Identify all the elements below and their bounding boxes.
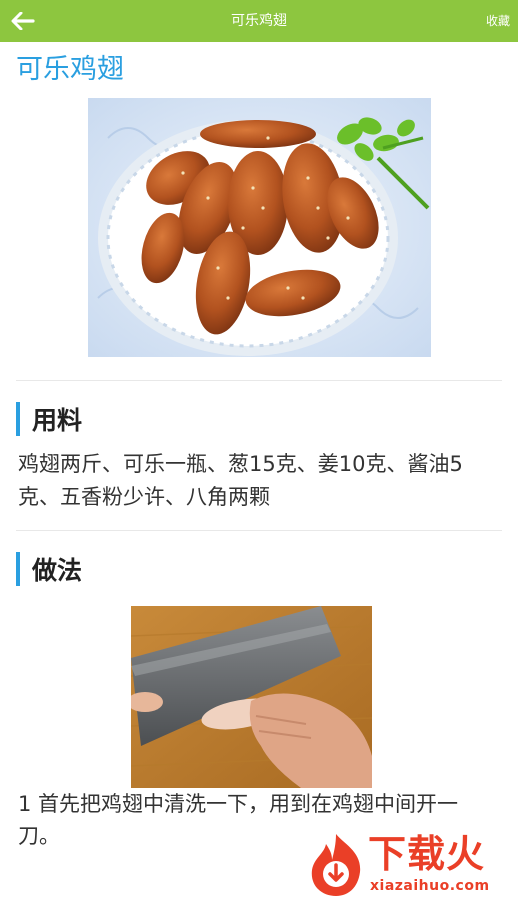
divider xyxy=(16,530,502,531)
dish-photo xyxy=(88,98,431,357)
section-accent-bar xyxy=(16,552,20,586)
ingredients-text: 鸡翅两斤、可乐一瓶、葱15克、姜10克、酱油5克、五香粉少许、八角两颗 xyxy=(18,452,463,509)
section-accent-bar xyxy=(16,402,20,436)
method-heading: 做法 xyxy=(16,551,82,587)
top-bar: 可乐鸡翅 收藏 xyxy=(0,0,518,42)
divider xyxy=(16,380,502,381)
page-title: 可乐鸡翅 xyxy=(231,13,287,29)
ingredients-heading-label: 用料 xyxy=(32,406,83,435)
flame-download-icon xyxy=(311,834,361,896)
method-heading-label: 做法 xyxy=(32,556,83,585)
watermark-brand: 下载火 xyxy=(368,832,486,876)
step-photo xyxy=(131,606,372,788)
watermark-url: xiazaihuo.com xyxy=(370,878,490,894)
ingredients-heading: 用料 xyxy=(16,401,82,437)
favorite-button[interactable]: 收藏 xyxy=(486,0,510,42)
watermark-logo: 下载火 xiazaihuo.com xyxy=(306,828,518,900)
recipe-title: 可乐鸡翅 xyxy=(16,54,124,85)
